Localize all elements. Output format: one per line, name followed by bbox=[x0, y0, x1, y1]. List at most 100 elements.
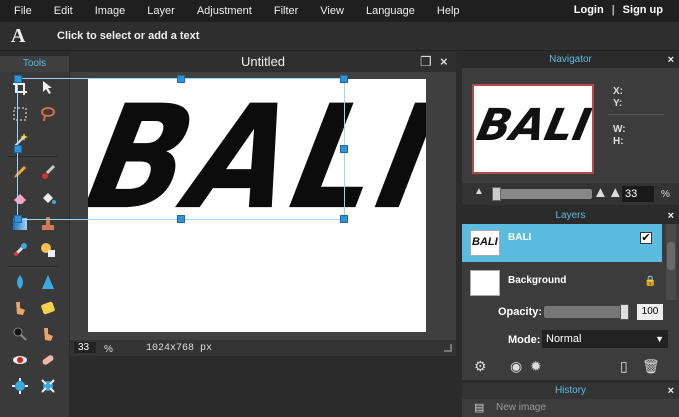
sharpen-icon[interactable] bbox=[38, 272, 58, 292]
navigator-zoom-input[interactable]: 33 bbox=[622, 186, 654, 202]
brush-icon[interactable] bbox=[38, 162, 58, 182]
opacity-slider[interactable] bbox=[544, 306, 628, 318]
menu-layer[interactable]: Layer bbox=[139, 5, 183, 17]
navigator-zoom-unit: % bbox=[661, 189, 670, 200]
menu-image[interactable]: Image bbox=[87, 5, 134, 17]
layer-thumbnail bbox=[470, 270, 500, 296]
resize-grip-icon[interactable] bbox=[444, 344, 452, 352]
layer-row-background[interactable]: Background 🔒 bbox=[462, 264, 662, 302]
close-navigator-icon[interactable]: × bbox=[668, 52, 674, 68]
navigator-title: Navigator × bbox=[462, 52, 679, 68]
opacity-slider-handle[interactable] bbox=[620, 304, 629, 320]
blend-mode-select[interactable]: Normal ▼ bbox=[542, 330, 668, 348]
menu-language[interactable]: Language bbox=[358, 5, 423, 17]
lock-icon: 🔒 bbox=[644, 276, 657, 287]
document-title: Untitled bbox=[70, 52, 456, 72]
spot-heal-icon[interactable] bbox=[38, 350, 58, 370]
menu-edit[interactable]: Edit bbox=[46, 5, 81, 17]
delete-layer-icon[interactable]: 🗑 bbox=[642, 358, 660, 375]
layers-title-text: Layers bbox=[555, 210, 586, 221]
layer-styles-icon[interactable]: ✹ bbox=[530, 358, 542, 375]
navigator-title-text: Navigator bbox=[549, 54, 592, 65]
marquee-icon[interactable] bbox=[10, 104, 30, 124]
tools-panel: Tools bbox=[0, 56, 69, 417]
blend-mode-value: Normal bbox=[546, 333, 582, 345]
tools-separator bbox=[8, 156, 58, 157]
menu-separator: | bbox=[611, 4, 615, 16]
document-window: Untitled ❐ × BALI ✚ bbox=[70, 52, 456, 354]
history-doc-icon: ▤ bbox=[474, 402, 485, 414]
bloat-icon[interactable] bbox=[10, 376, 30, 396]
layers-panel: BALI BALI ✔ Background 🔒 Opacity: 100 Mo… bbox=[462, 224, 679, 380]
blur-icon[interactable] bbox=[10, 272, 30, 292]
color-replace-icon[interactable] bbox=[10, 240, 30, 260]
history-panel: ▤ New image bbox=[462, 399, 679, 417]
zoom-unit: % bbox=[104, 344, 113, 355]
navigator-zoom-handle[interactable] bbox=[492, 187, 501, 201]
burn-icon[interactable] bbox=[38, 324, 58, 344]
image-canvas[interactable]: BALI ✚ bbox=[88, 79, 426, 332]
smudge-icon[interactable] bbox=[10, 298, 30, 318]
navigator-preview[interactable]: BALI bbox=[472, 84, 594, 174]
layers-scrollbar[interactable] bbox=[666, 224, 676, 300]
history-title: History × bbox=[462, 383, 679, 399]
document-size: 1024x768 px bbox=[146, 343, 213, 354]
type-tool-icon: A bbox=[11, 24, 26, 47]
pencil-icon[interactable] bbox=[10, 162, 30, 182]
layer-mask-icon[interactable]: ◉ bbox=[510, 358, 522, 375]
sponge-icon[interactable] bbox=[38, 298, 58, 318]
signup-link[interactable]: Sign up bbox=[623, 4, 663, 16]
layer-label: Background bbox=[508, 275, 567, 286]
layer-settings-icon[interactable]: ⚙ bbox=[474, 358, 487, 375]
close-layers-icon[interactable]: × bbox=[668, 208, 674, 224]
layer-thumb-text: BALI bbox=[472, 236, 498, 248]
mode-label: Mode: bbox=[508, 334, 541, 346]
opacity-input[interactable]: 100 bbox=[637, 304, 663, 320]
navigator-zoom-slider[interactable] bbox=[492, 189, 592, 199]
layer-label: BALI bbox=[508, 232, 532, 243]
zoom-input[interactable]: 33 bbox=[74, 342, 96, 353]
login-link[interactable]: Login bbox=[574, 4, 604, 16]
move-icon[interactable] bbox=[38, 78, 58, 98]
restore-window-icon[interactable]: ❐ bbox=[420, 54, 432, 70]
wand-icon[interactable] bbox=[10, 130, 30, 150]
eraser-icon[interactable] bbox=[10, 188, 30, 208]
scrollbar-thumb[interactable] bbox=[667, 242, 675, 270]
red-eye-icon[interactable] bbox=[10, 350, 30, 370]
new-layer-icon[interactable]: ▯ bbox=[620, 358, 628, 375]
menu-view[interactable]: View bbox=[312, 5, 352, 17]
lasso-icon[interactable] bbox=[38, 104, 58, 124]
menu-filter[interactable]: Filter bbox=[266, 5, 306, 17]
pinch-icon[interactable] bbox=[38, 376, 58, 396]
layer-row-bali[interactable]: BALI BALI ✔ bbox=[462, 224, 662, 262]
crop-icon[interactable] bbox=[10, 78, 30, 98]
menu-file[interactable]: File bbox=[6, 5, 40, 17]
history-item[interactable]: New image bbox=[496, 402, 546, 413]
tool-hint: Click to select or add a text bbox=[57, 30, 200, 42]
opacity-label: Opacity: bbox=[498, 306, 543, 318]
document-status-bar: 33 % 1024x768 px bbox=[70, 340, 456, 356]
account-links: Login | Sign up bbox=[574, 4, 663, 16]
stamp-icon[interactable] bbox=[38, 214, 58, 234]
zoom-out-icon[interactable]: ▲ bbox=[474, 186, 484, 197]
menu-bar: File Edit Image Layer Adjustment Filter … bbox=[0, 0, 679, 22]
gradient-icon[interactable] bbox=[10, 214, 30, 234]
tools-title: Tools bbox=[0, 56, 69, 72]
drawing-icon[interactable] bbox=[38, 240, 58, 260]
menu-adjustment[interactable]: Adjustment bbox=[189, 5, 260, 17]
y-label: Y: bbox=[613, 98, 623, 109]
layer-visibility-checkbox[interactable]: ✔ bbox=[640, 232, 652, 244]
zoom-in-icon[interactable]: ▲▲ bbox=[593, 184, 623, 201]
x-label: X: bbox=[613, 86, 623, 97]
menu-help[interactable]: Help bbox=[429, 5, 468, 17]
fill-bucket-icon[interactable] bbox=[38, 188, 58, 208]
preview-text: BALI bbox=[472, 100, 594, 151]
chevron-down-icon: ▼ bbox=[655, 334, 664, 344]
canvas-text-layer[interactable]: BALI bbox=[88, 79, 426, 242]
dodge-icon[interactable] bbox=[10, 324, 30, 344]
options-bar: A Click to select or add a text bbox=[0, 22, 679, 51]
layers-title: Layers × bbox=[462, 208, 679, 224]
close-document-icon[interactable]: × bbox=[440, 54, 448, 69]
close-history-icon[interactable]: × bbox=[668, 383, 674, 399]
history-panel-header: History × bbox=[462, 383, 679, 399]
